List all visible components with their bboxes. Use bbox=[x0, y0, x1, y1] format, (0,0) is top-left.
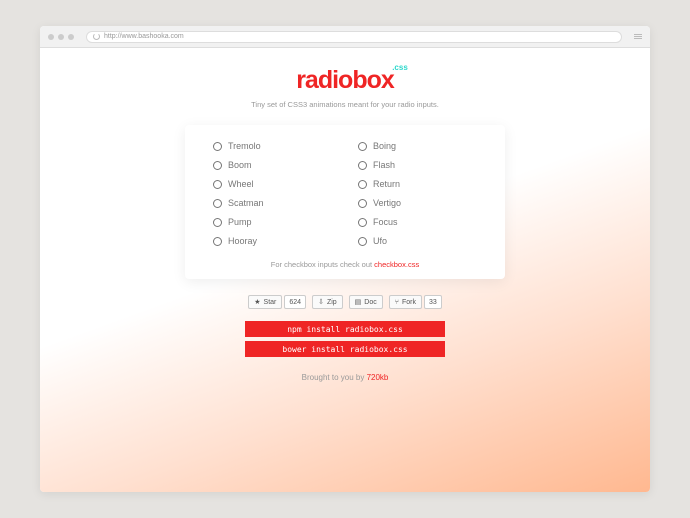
radio-label: Wheel bbox=[228, 179, 254, 189]
fork-label: Fork bbox=[402, 299, 416, 306]
radio-option[interactable]: Pump bbox=[213, 217, 332, 227]
radio-label: Ufo bbox=[373, 236, 387, 246]
radio-input[interactable] bbox=[213, 180, 222, 189]
radio-label: Tremolo bbox=[228, 141, 261, 151]
star-icon: ★ bbox=[254, 298, 260, 306]
npm-command[interactable]: npm install radiobox.css bbox=[245, 321, 445, 337]
github-buttons: ★ Star 624 ⇩Zip ▤Doc ⑂Fork 33 bbox=[248, 295, 442, 309]
radio-label: Boing bbox=[373, 141, 396, 151]
radio-input[interactable] bbox=[358, 218, 367, 227]
radio-input[interactable] bbox=[358, 199, 367, 208]
options-col-right: Boing Flash Return Vertigo Focus Ufo bbox=[358, 141, 477, 246]
radio-label: Pump bbox=[228, 217, 252, 227]
radio-input[interactable] bbox=[358, 180, 367, 189]
radio-label: Focus bbox=[373, 217, 398, 227]
radio-input[interactable] bbox=[213, 218, 222, 227]
radio-label: Scatman bbox=[228, 198, 264, 208]
radio-label: Flash bbox=[373, 160, 395, 170]
fork-count: 33 bbox=[424, 295, 442, 309]
radio-input[interactable] bbox=[358, 237, 367, 246]
star-label: Star bbox=[264, 299, 277, 306]
radio-option[interactable]: Hooray bbox=[213, 236, 332, 246]
traffic-light[interactable] bbox=[58, 34, 64, 40]
logo: radiobox.css bbox=[296, 66, 394, 95]
radio-input[interactable] bbox=[213, 142, 222, 151]
url-bar[interactable]: http://www.bashooka.com bbox=[86, 31, 622, 43]
url-text: http://www.bashooka.com bbox=[104, 33, 184, 40]
radio-option[interactable]: Ufo bbox=[358, 236, 477, 246]
radio-input[interactable] bbox=[213, 161, 222, 170]
options-col-left: Tremolo Boom Wheel Scatman Pump Hooray bbox=[213, 141, 332, 246]
install-commands: npm install radiobox.css bower install r… bbox=[245, 321, 445, 357]
radio-option[interactable]: Boing bbox=[358, 141, 477, 151]
radio-option[interactable]: Vertigo bbox=[358, 198, 477, 208]
credit-text: Brought to you by bbox=[302, 373, 367, 382]
radio-option[interactable]: Focus bbox=[358, 217, 477, 227]
credit-link[interactable]: 720kb bbox=[367, 373, 389, 382]
card-footer-text: For checkbox inputs check out bbox=[271, 260, 374, 269]
radio-input[interactable] bbox=[358, 142, 367, 151]
tagline: Tiny set of CSS3 animations meant for yo… bbox=[251, 100, 439, 109]
radio-option[interactable]: Wheel bbox=[213, 179, 332, 189]
star-count: 624 bbox=[284, 295, 306, 309]
credit: Brought to you by 720kb bbox=[302, 373, 389, 382]
download-icon: ⇩ bbox=[318, 298, 324, 306]
fork-pair: ⑂Fork 33 bbox=[389, 295, 442, 309]
star-button[interactable]: ★ Star bbox=[248, 295, 282, 309]
doc-icon: ▤ bbox=[355, 298, 362, 306]
logo-sup: .css bbox=[392, 63, 408, 72]
radio-option[interactable]: Return bbox=[358, 179, 477, 189]
browser-window: http://www.bashooka.com radiobox.css Tin… bbox=[40, 26, 650, 492]
doc-label: Doc bbox=[364, 299, 376, 306]
radio-label: Return bbox=[373, 179, 400, 189]
logo-text: radiobox bbox=[296, 66, 394, 94]
reload-icon[interactable] bbox=[93, 33, 100, 40]
radio-option[interactable]: Boom bbox=[213, 160, 332, 170]
radio-input[interactable] bbox=[213, 199, 222, 208]
traffic-light[interactable] bbox=[68, 34, 74, 40]
traffic-light[interactable] bbox=[48, 34, 54, 40]
radio-option[interactable]: Scatman bbox=[213, 198, 332, 208]
card-footer: For checkbox inputs check out checkbox.c… bbox=[213, 260, 477, 269]
radio-label: Vertigo bbox=[373, 198, 401, 208]
page-content: radiobox.css Tiny set of CSS3 animations… bbox=[40, 48, 650, 492]
options-card: Tremolo Boom Wheel Scatman Pump Hooray B… bbox=[185, 125, 505, 279]
radio-input[interactable] bbox=[213, 237, 222, 246]
hamburger-icon[interactable] bbox=[634, 34, 642, 39]
fork-button[interactable]: ⑂Fork bbox=[389, 295, 422, 309]
fork-icon: ⑂ bbox=[395, 299, 399, 306]
zip-button[interactable]: ⇩Zip bbox=[312, 295, 343, 309]
options-grid: Tremolo Boom Wheel Scatman Pump Hooray B… bbox=[213, 141, 477, 246]
bower-command[interactable]: bower install radiobox.css bbox=[245, 341, 445, 357]
radio-option[interactable]: Flash bbox=[358, 160, 477, 170]
checkbox-css-link[interactable]: checkbox.css bbox=[374, 260, 419, 269]
zip-label: Zip bbox=[327, 299, 337, 306]
radio-option[interactable]: Tremolo bbox=[213, 141, 332, 151]
star-pair: ★ Star 624 bbox=[248, 295, 306, 309]
radio-input[interactable] bbox=[358, 161, 367, 170]
doc-button[interactable]: ▤Doc bbox=[349, 295, 383, 309]
radio-label: Hooray bbox=[228, 236, 257, 246]
radio-label: Boom bbox=[228, 160, 252, 170]
browser-chrome: http://www.bashooka.com bbox=[40, 26, 650, 48]
